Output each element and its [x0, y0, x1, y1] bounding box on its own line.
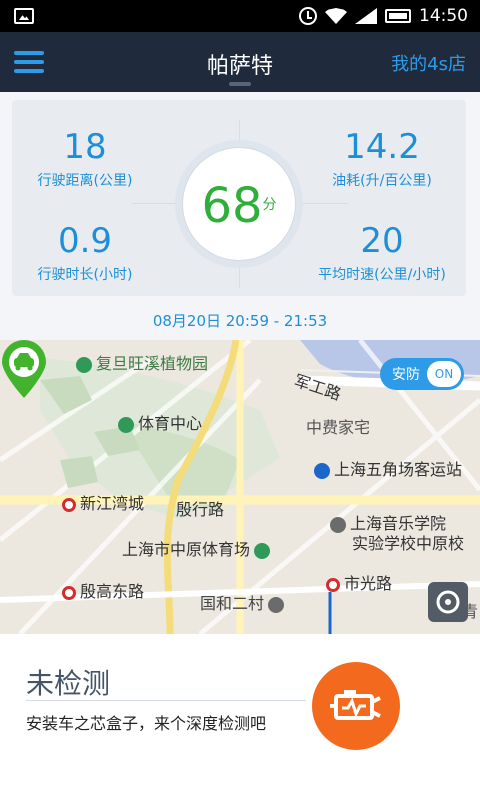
- map-label-yinxing-road: 殷行路: [176, 500, 225, 519]
- score-badge: 68分: [175, 140, 303, 268]
- fuel-label: 油耗(升/百公里): [332, 173, 432, 189]
- battery-icon: [385, 9, 411, 23]
- score-value: 68: [201, 178, 263, 234]
- speed-value: 20: [360, 221, 404, 261]
- security-label: 安防: [392, 367, 420, 383]
- metro-icon-3: [326, 577, 340, 592]
- distance-value: 18: [63, 127, 107, 167]
- locate-button[interactable]: [428, 582, 468, 622]
- park-icon: [76, 356, 92, 373]
- image-icon: [14, 8, 34, 24]
- title-handle: [229, 82, 251, 86]
- stadium-icon: [118, 416, 134, 433]
- map-label-shiguang-road: 市光路: [326, 570, 392, 594]
- stadium-icon-2: [254, 542, 271, 559]
- duration-value: 0.9: [57, 221, 113, 261]
- diagnostic-divider: [26, 700, 306, 701]
- school-icon: [330, 516, 346, 533]
- score: 68分: [183, 178, 295, 234]
- fuel-stat: 14.2 油耗(升/百公里): [312, 128, 452, 190]
- bus-icon: [314, 462, 330, 479]
- diagnostic-message: 安装车之芯盒子，来个深度检测吧: [26, 714, 267, 733]
- map-label-music-school-2: 实验学校中原校: [352, 534, 465, 553]
- car-location-pin-icon[interactable]: [0, 340, 48, 400]
- alarm-icon: [299, 7, 317, 25]
- duration-stat: 0.9 行驶时长(小时): [30, 222, 140, 284]
- signal-icon: [355, 8, 377, 24]
- duration-label: 行驶时长(小时): [37, 267, 133, 283]
- engine-check-button[interactable]: [312, 662, 400, 750]
- trip-summary: 18 行驶距离(公里) 14.2 油耗(升/百公里) 0.9 行驶时长(小时) …: [0, 92, 480, 340]
- speed-label: 平均时速(公里/小时): [318, 267, 446, 283]
- status-time: 14:50: [419, 6, 468, 26]
- map-label-garden: 复旦旺溪植物园: [76, 350, 208, 374]
- security-toggle-knob: ON: [427, 361, 461, 387]
- diagnostic-status: 未检测: [26, 667, 111, 700]
- speed-stat: 20 平均时速(公里/小时): [312, 222, 452, 284]
- map-label-sports-center: 体育中心: [118, 410, 202, 434]
- wifi-icon: [325, 8, 347, 24]
- score-ring: 68分: [183, 148, 295, 260]
- engine-icon: [330, 690, 381, 720]
- status-icons: 14:50: [299, 5, 468, 27]
- metro-icon: [62, 497, 76, 512]
- distance-label: 行驶距离(公里): [37, 173, 133, 189]
- score-unit: 分: [262, 197, 277, 213]
- trip-map[interactable]: 复旦旺溪植物园 军工路 体育中心 中费家宅 上海五角场客运站 新江湾城 殷行路 …: [0, 340, 480, 634]
- map-label-zhongfei: 中费家宅: [306, 418, 371, 437]
- map-label-guohe: 国和二村: [200, 590, 288, 614]
- distance-stat: 18 行驶距离(公里): [30, 128, 140, 190]
- diagnostic-panel: 未检测 安装车之芯盒子，来个深度检测吧: [0, 634, 480, 800]
- map-label-xinjiangwan: 新江湾城: [62, 490, 144, 514]
- map-label-yingao-road: 殷高东路: [62, 578, 144, 602]
- status-bar: 14:50: [0, 0, 480, 32]
- locate-icon: [436, 590, 460, 614]
- fuel-value: 14.2: [344, 127, 420, 167]
- stats-card: 18 行驶距离(公里) 14.2 油耗(升/百公里) 0.9 行驶时长(小时) …: [12, 100, 466, 296]
- trip-time-range: 08月20日 20:59 - 21:53: [152, 312, 328, 330]
- map-label-bus-station: 上海五角场客运站: [314, 456, 462, 480]
- metro-icon-2: [62, 585, 76, 600]
- map-label-zhongyuan-stadium: 上海市中原体育场: [122, 536, 274, 560]
- my-4s-store-link[interactable]: 我的4s店: [391, 50, 466, 76]
- security-toggle[interactable]: 安防 ON: [380, 358, 464, 390]
- home-icon: [268, 596, 285, 613]
